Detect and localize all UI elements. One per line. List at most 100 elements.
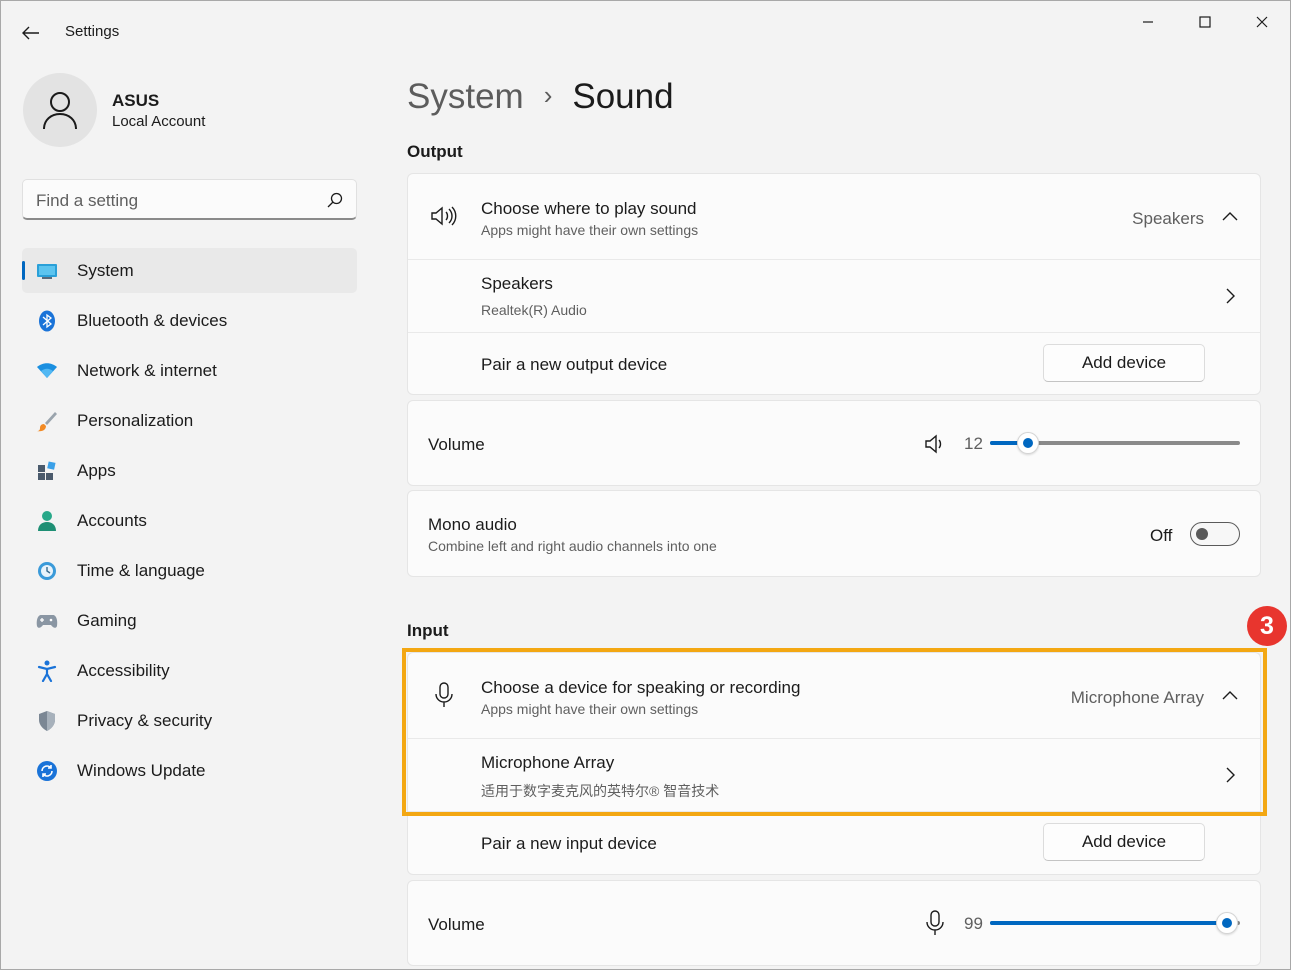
sidebar-item-label: Gaming (77, 611, 137, 630)
add-input-device-button[interactable]: Add device (1043, 823, 1205, 861)
microphone-volume-icon[interactable] (921, 909, 949, 937)
sidebar-item-apps[interactable]: Apps (22, 448, 357, 493)
input-selected-device: Microphone Array (1070, 688, 1204, 707)
mono-audio-card: Mono audio Combine left and right audio … (407, 490, 1261, 577)
maximize-icon (1199, 16, 1211, 28)
toggle-knob (1196, 528, 1208, 540)
sidebar-item-label: Time & language (77, 561, 205, 580)
speaker-volume-icon[interactable] (921, 430, 949, 458)
title-bar: Settings (1, 1, 1290, 63)
person-icon (43, 92, 77, 130)
output-choose-row[interactable]: Choose where to play sound Apps might ha… (408, 174, 1260, 259)
sidebar-item-personalization[interactable]: Personalization (22, 398, 357, 443)
sidebar-item-label: Privacy & security (77, 711, 213, 730)
breadcrumb-separator: › (543, 79, 553, 110)
sidebar-item-gaming[interactable]: Gaming (22, 598, 357, 643)
input-volume-label: Volume (428, 915, 485, 934)
shield-icon (36, 710, 58, 732)
time-language-icon (36, 560, 58, 582)
output-volume-slider[interactable] (990, 432, 1240, 454)
profile-account-type: Local Account (112, 113, 206, 130)
mono-audio-toggle[interactable] (1190, 522, 1240, 546)
input-choose-title: Choose a device for speaking or recordin… (481, 678, 801, 697)
app-title: Settings (65, 23, 120, 40)
input-choose-row[interactable]: Choose a device for speaking or recordin… (408, 653, 1260, 738)
mono-audio-title: Mono audio (428, 515, 517, 534)
sidebar-item-time-language[interactable]: Time & language (22, 548, 357, 593)
sidebar-item-privacy[interactable]: Privacy & security (22, 698, 357, 743)
sidebar-item-label: Accounts (77, 511, 147, 530)
bluetooth-icon (36, 310, 58, 332)
sidebar-item-label: Apps (77, 461, 116, 480)
output-selected-device: Speakers (1132, 209, 1204, 228)
search-input[interactable]: Find a setting (22, 179, 357, 220)
system-icon (36, 260, 58, 282)
close-button[interactable] (1239, 7, 1285, 37)
mono-audio-subtitle: Combine left and right audio channels in… (428, 538, 717, 554)
output-device-row[interactable]: Speakers Realtek(R) Audio (408, 260, 1260, 332)
sidebar-item-label: Bluetooth & devices (77, 311, 228, 330)
minimize-icon (1143, 21, 1153, 23)
input-device-subtitle: 适用于数字麦克风的英特尔® 智音技术 (481, 783, 720, 799)
minimize-button[interactable] (1125, 7, 1171, 37)
update-icon (36, 760, 58, 782)
sidebar-nav: System Bluetooth & devices Network & int… (22, 248, 357, 798)
output-volume-card: Volume 12 (407, 400, 1261, 486)
accounts-icon (36, 510, 58, 532)
sidebar-item-label: Accessibility (77, 661, 170, 680)
output-device-card: Choose where to play sound Apps might ha… (407, 173, 1261, 395)
input-choose-subtitle: Apps might have their own settings (481, 701, 699, 717)
slider-thumb[interactable] (1017, 432, 1039, 454)
sidebar-item-system[interactable]: System (22, 248, 357, 293)
gamepad-icon (36, 610, 58, 632)
sidebar-item-label: Network & internet (77, 361, 217, 380)
breadcrumb: System › Sound (407, 75, 674, 119)
back-arrow-icon (22, 26, 39, 40)
microphone-icon (430, 681, 458, 709)
sidebar-item-bluetooth[interactable]: Bluetooth & devices (22, 298, 357, 343)
output-section-title: Output (407, 142, 463, 161)
output-choose-title: Choose where to play sound (481, 199, 697, 218)
output-volume-label: Volume (428, 435, 485, 454)
sidebar-item-network[interactable]: Network & internet (22, 348, 357, 393)
add-output-device-button[interactable]: Add device (1043, 344, 1205, 382)
step-badge: 3 (1247, 606, 1287, 646)
output-choose-subtitle: Apps might have their own settings (481, 222, 699, 238)
output-pair-title: Pair a new output device (481, 355, 668, 374)
close-icon (1256, 16, 1268, 28)
input-device-row[interactable]: Microphone Array 适用于数字麦克风的英特尔® 智音技术 (408, 739, 1260, 811)
slider-thumb[interactable] (1216, 912, 1238, 934)
output-volume-value: 12 (964, 434, 983, 453)
input-section-title: Input (407, 621, 449, 640)
page-title: Sound (572, 77, 674, 116)
input-volume-value: 99 (964, 914, 983, 933)
chevron-right-icon (1222, 288, 1238, 304)
brush-icon (36, 410, 58, 432)
sidebar-item-label: System (77, 261, 134, 280)
output-device-subtitle: Realtek(R) Audio (481, 302, 587, 318)
output-device-title: Speakers (481, 274, 553, 293)
sidebar-item-accounts[interactable]: Accounts (22, 498, 357, 543)
input-pair-title: Pair a new input device (481, 834, 657, 853)
breadcrumb-parent[interactable]: System (407, 77, 524, 117)
back-button[interactable] (15, 19, 47, 47)
input-device-title: Microphone Array (481, 753, 615, 772)
avatar (23, 73, 97, 147)
sidebar-item-accessibility[interactable]: Accessibility (22, 648, 357, 693)
input-volume-slider[interactable] (990, 912, 1240, 934)
slider-fill (990, 921, 1227, 925)
profile-name: ASUS (112, 91, 160, 110)
output-pair-row: Pair a new output device Add device (408, 333, 1260, 395)
chevron-up-icon[interactable] (1222, 687, 1238, 703)
speaker-icon (430, 202, 458, 230)
search-placeholder: Find a setting (36, 191, 139, 210)
wifi-icon (36, 360, 58, 382)
sidebar-item-windows-update[interactable]: Windows Update (22, 748, 357, 793)
chevron-up-icon[interactable] (1222, 208, 1238, 224)
apps-icon (36, 460, 58, 482)
chevron-right-icon (1222, 767, 1238, 783)
input-device-card: Choose a device for speaking or recordin… (407, 652, 1261, 875)
settings-window: Settings ASUS Local Account Find a setti… (0, 0, 1291, 970)
maximize-button[interactable] (1182, 7, 1228, 37)
accessibility-icon (36, 660, 58, 682)
